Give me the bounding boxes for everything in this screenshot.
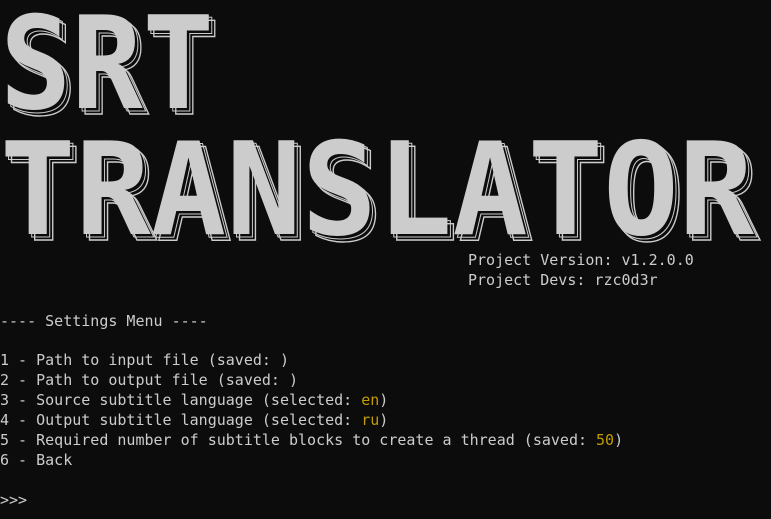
ascii-banner-logo: SRT TRANSLATOR SRT TRANSLATOR SRT TRANSL… — [0, 0, 762, 250]
menu-item-back[interactable]: 6 - Back — [0, 450, 72, 470]
menu-item-label: 4 - Output subtitle language (selected: — [0, 411, 362, 429]
banner-line2: TRANSLATOR — [0, 116, 755, 250]
menu-item-suffix: ) — [379, 411, 389, 429]
menu-item-output-language[interactable]: 4 - Output subtitle language (selected: … — [0, 410, 388, 430]
menu-item-value: en — [361, 391, 380, 409]
menu-item-suffix: ) — [288, 371, 299, 389]
menu-item-value: ru — [361, 411, 380, 429]
command-prompt[interactable]: >>> — [0, 490, 27, 510]
menu-item-thread-blocks[interactable]: 5 - Required number of subtitle blocks t… — [0, 430, 623, 450]
menu-item-label: 5 - Required number of subtitle blocks t… — [0, 431, 597, 449]
menu-item-input-path[interactable]: 1 - Path to input file (saved: ) — [0, 350, 289, 370]
menu-item-suffix: ) — [279, 351, 289, 369]
menu-item-source-language[interactable]: 3 - Source subtitle language (selected: … — [0, 390, 388, 410]
menu-item-label: 6 - Back — [0, 451, 73, 469]
menu-item-label: 1 - Path to input file (saved: — [0, 351, 280, 369]
prompt-symbol: >>> — [0, 491, 28, 509]
menu-item-label: 3 - Source subtitle language (selected: — [0, 391, 362, 409]
settings-menu-header: ---- Settings Menu ---- — [0, 312, 208, 330]
menu-item-label: 2 - Path to output file (saved: — [0, 371, 289, 389]
menu-item-suffix: ) — [379, 391, 389, 409]
menu-item-output-path[interactable]: 2 - Path to output file (saved: ) — [0, 370, 298, 390]
project-version: Project Version: v1.2.0.0 — [468, 251, 694, 269]
menu-item-value: 50 — [596, 431, 615, 449]
project-devs: Project Devs: rzc0d3r — [468, 271, 658, 289]
menu-item-suffix: ) — [614, 431, 624, 449]
